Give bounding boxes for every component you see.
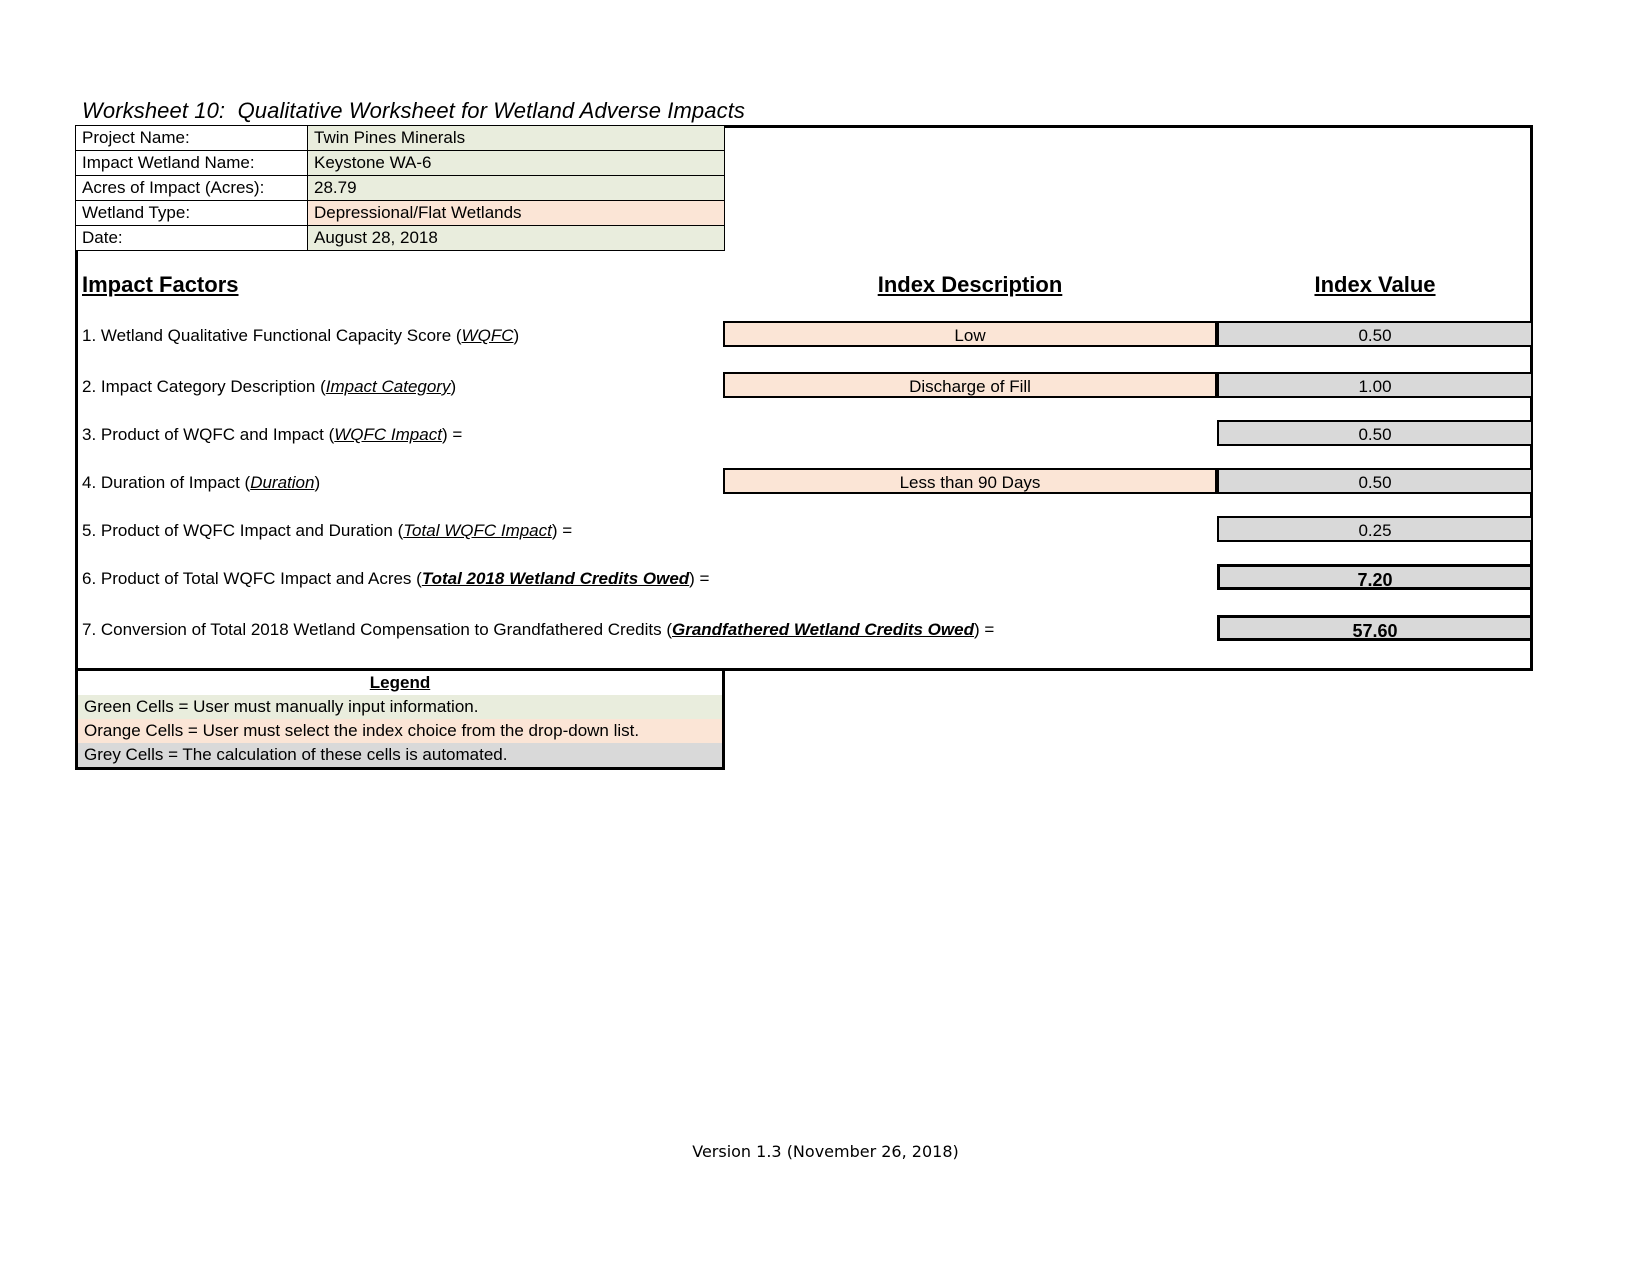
table-row: Impact Wetland Name: Keystone WA-6	[75, 150, 725, 176]
index-value-6-total-credits-owed: 7.20	[1217, 564, 1533, 590]
column-header-index-value: Index Value	[1314, 272, 1436, 297]
factor-term-5: Total WQFC Impact	[403, 521, 552, 540]
index-description-dropdown-1[interactable]: Low	[723, 321, 1217, 347]
factor-text-7-after: ) =	[973, 620, 995, 639]
index-value-1: 0.50	[1217, 321, 1533, 347]
table-row: Date: August 28, 2018	[75, 225, 725, 251]
info-label-impact-wetland-name: Impact Wetland Name:	[75, 150, 308, 176]
factor-label-4: 4. Duration of Impact (Duration)	[82, 472, 320, 494]
legend-item-grey: Grey Cells = The calculation of these ce…	[78, 743, 722, 767]
factor-label-1: 1. Wetland Qualitative Functional Capaci…	[82, 325, 519, 347]
column-header-index-description: Index Description	[877, 272, 1063, 297]
factor-label-5: 5. Product of WQFC Impact and Duration (…	[82, 520, 572, 542]
info-label-acres-of-impact: Acres of Impact (Acres):	[75, 175, 308, 201]
factor-label-7: 7. Conversion of Total 2018 Wetland Comp…	[82, 619, 994, 641]
factor-label-6: 6. Product of Total WQFC Impact and Acre…	[82, 568, 709, 590]
factor-text-2-after: )	[450, 377, 457, 396]
factor-label-3: 3. Product of WQFC and Impact (WQFC Impa…	[82, 424, 462, 446]
info-value-date[interactable]: August 28, 2018	[307, 225, 725, 251]
factor-term-3: WQFC Impact	[334, 425, 442, 444]
table-row: Project Name: Twin Pines Minerals	[75, 125, 725, 151]
factor-text-7-before: 7. Conversion of Total 2018 Wetland Comp…	[82, 620, 672, 639]
legend: Legend Green Cells = User must manually …	[75, 668, 725, 770]
index-value-2: 1.00	[1217, 372, 1533, 398]
factor-text-6-after: ) =	[689, 569, 710, 588]
factor-text-6-before: 6. Product of Total WQFC Impact and Acre…	[82, 569, 422, 588]
factor-text-4-before: 4. Duration of Impact (	[82, 473, 251, 492]
info-value-wetland-type[interactable]: Depressional/Flat Wetlands	[307, 200, 725, 226]
project-info-table: Project Name: Twin Pines Minerals Impact…	[75, 125, 725, 251]
index-value-4: 0.50	[1217, 468, 1533, 494]
info-label-date: Date:	[75, 225, 308, 251]
info-label-wetland-type: Wetland Type:	[75, 200, 308, 226]
index-description-dropdown-4[interactable]: Less than 90 Days	[723, 468, 1217, 494]
table-row: Wetland Type: Depressional/Flat Wetlands	[75, 200, 725, 226]
factor-term-2: Impact Category	[325, 377, 451, 396]
info-label-project-name: Project Name:	[75, 125, 308, 151]
factor-text-4-after: )	[314, 473, 321, 492]
info-value-acres-of-impact[interactable]: 28.79	[307, 175, 725, 201]
factor-text-5-after: ) =	[551, 521, 573, 540]
factor-text-2-before: 2. Impact Category Description (	[82, 377, 326, 396]
index-value-7-grandfathered-credits-owed: 57.60	[1217, 615, 1533, 641]
legend-item-green: Green Cells = User must manually input i…	[78, 695, 722, 719]
factor-term-4: Duration	[250, 473, 315, 492]
factor-text-1-before: 1. Wetland Qualitative Functional Capaci…	[82, 326, 462, 345]
factor-text-3-before: 3. Product of WQFC and Impact (	[82, 425, 335, 444]
index-description-dropdown-2[interactable]: Discharge of Fill	[723, 372, 1217, 398]
factor-label-2: 2. Impact Category Description (Impact C…	[82, 376, 456, 398]
legend-item-orange: Orange Cells = User must select the inde…	[78, 719, 722, 743]
index-value-5: 0.25	[1217, 516, 1533, 542]
factor-term-1: WQFC	[461, 326, 514, 345]
factor-text-3-after: ) =	[441, 425, 463, 444]
factor-term-7: Grandfathered Wetland Credits Owed	[672, 620, 974, 639]
factor-text-1-after: )	[513, 326, 520, 345]
factor-text-5-before: 5. Product of WQFC Impact and Duration (	[82, 521, 404, 540]
index-value-3: 0.50	[1217, 420, 1533, 446]
info-value-project-name[interactable]: Twin Pines Minerals	[307, 125, 725, 151]
page-title: Worksheet 10: Qualitative Worksheet for …	[82, 98, 746, 123]
footer-version-text: Version 1.3 (November 26, 2018)	[692, 1142, 959, 1161]
factor-term-6: Total 2018 Wetland Credits Owed	[421, 569, 690, 588]
column-header-impact-factors: Impact Factors	[82, 272, 239, 297]
info-value-impact-wetland-name[interactable]: Keystone WA-6	[307, 150, 725, 176]
legend-title: Legend	[78, 671, 722, 695]
table-row: Acres of Impact (Acres): 28.79	[75, 175, 725, 201]
